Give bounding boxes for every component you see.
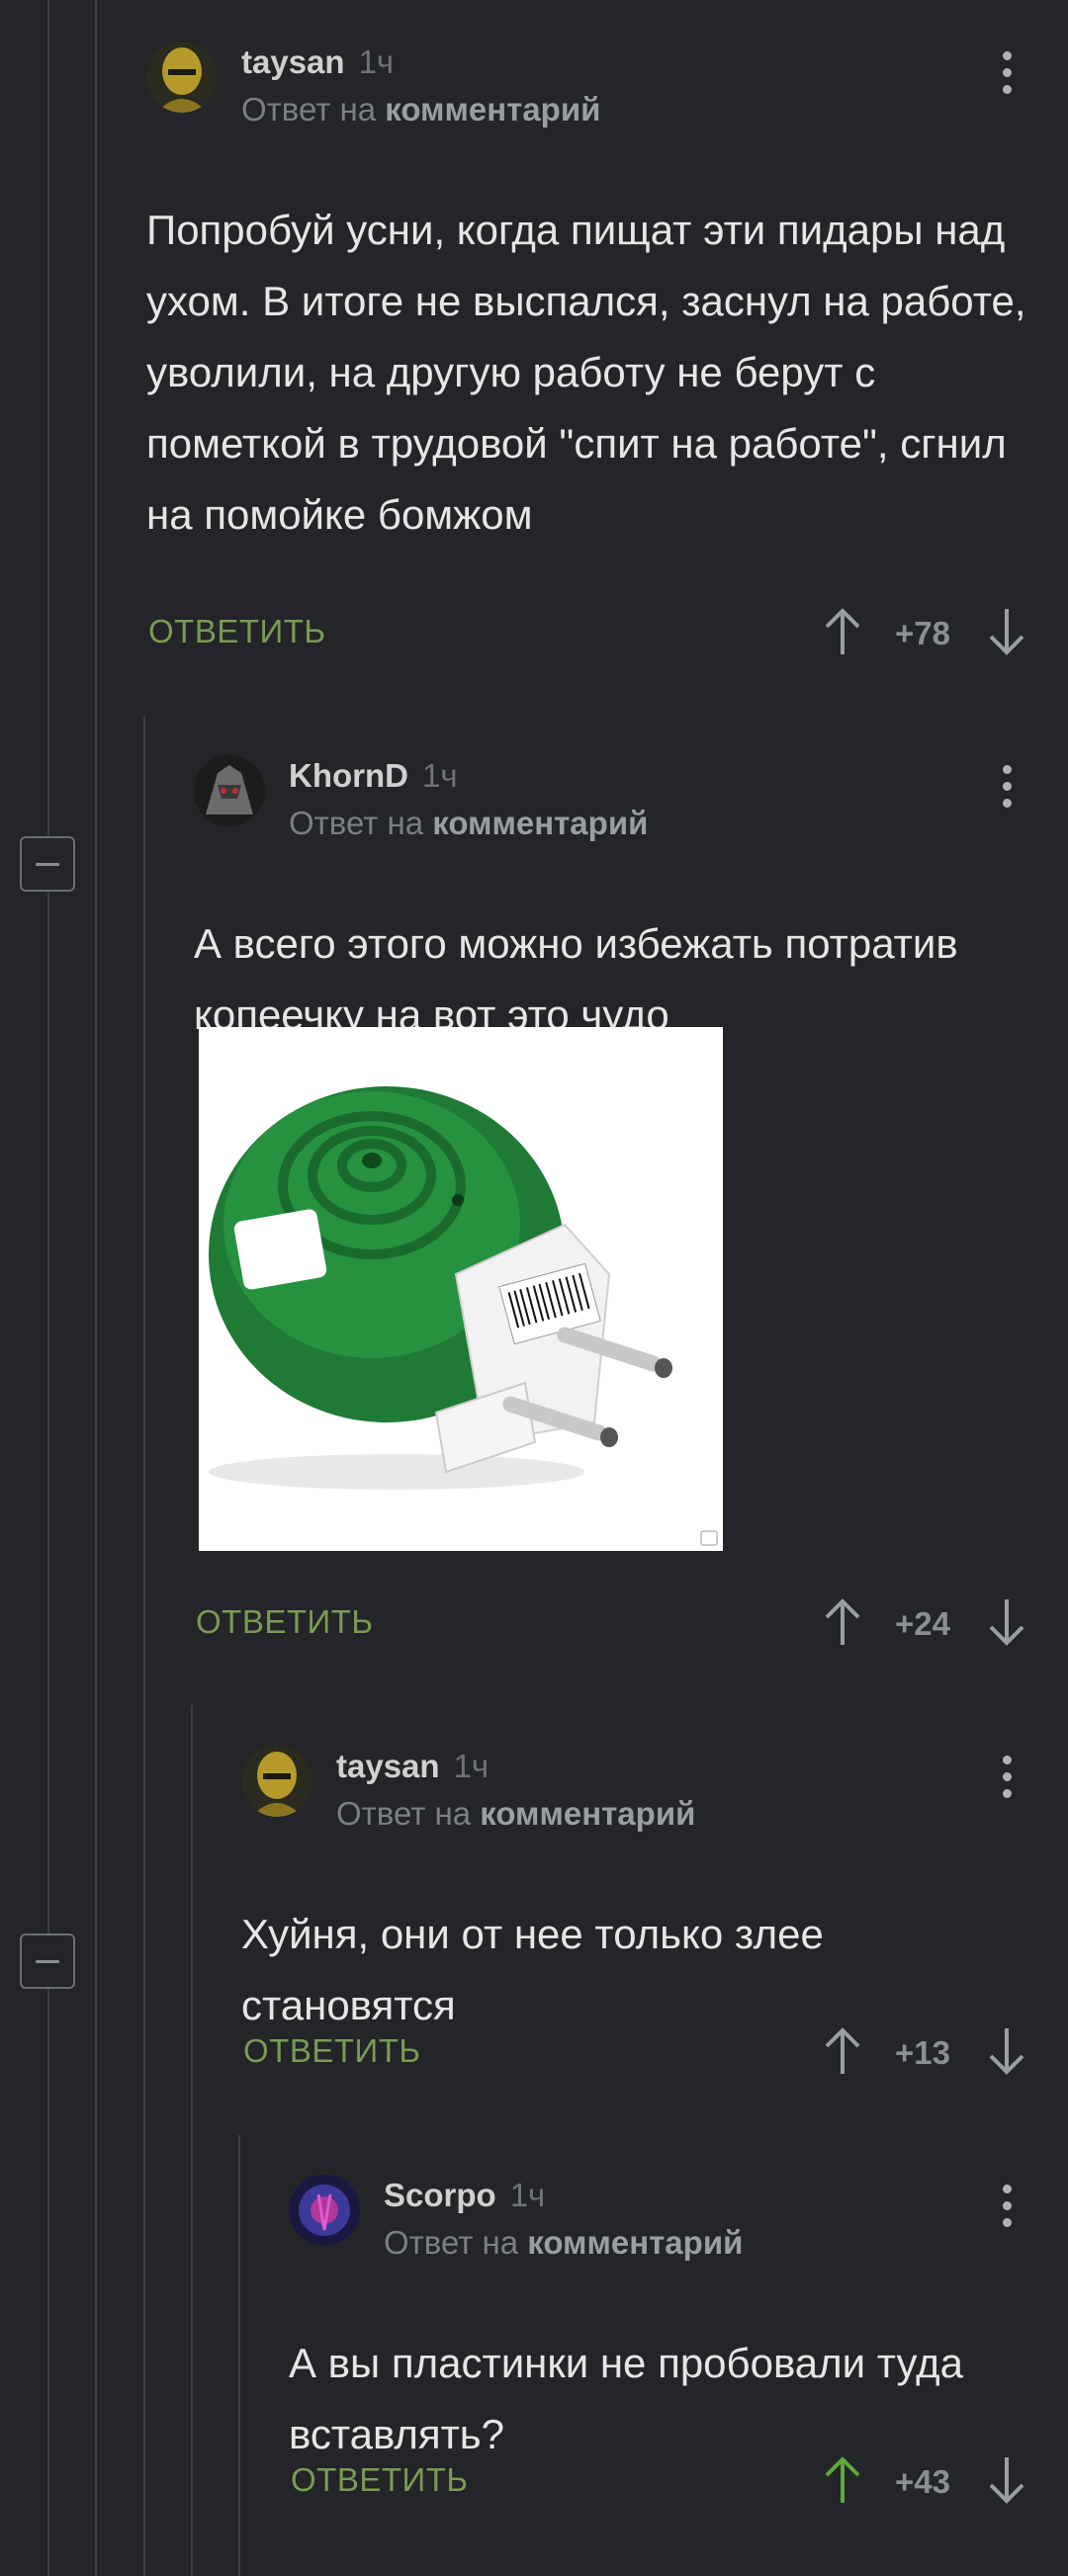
reply-to-text: Ответ на комментарий [384,2224,744,2261]
comment-actions: ОТВЕТИТЬ +78 [148,607,1038,656]
comment-text: Попробуй усни, когда пищат эти пидары на… [146,207,1026,538]
user-avatar[interactable] [241,1746,312,1817]
reply-to-text: Ответ на комментарий [289,805,649,841]
comment-rating: +24 [895,1605,950,1642]
more-options-icon[interactable] [997,2185,1017,2240]
upvote-icon[interactable] [823,607,862,656]
reply-button[interactable]: ОТВЕТИТЬ [196,1603,374,1641]
comment-header: KhornD 1ч Ответ на комментарий [194,755,1044,841]
reply-to-text: Ответ на комментарий [241,91,601,128]
comment-scorpo: Scorpo 1ч Ответ на комментарий А вы пласт… [289,2175,1044,2470]
comment-author[interactable]: taysan 1ч [241,43,394,81]
comment-rating: +13 [895,2034,950,2071]
upvote-icon[interactable] [823,2026,862,2076]
comment-text: Хуйня, они от нее только злее становятся [241,1911,824,2028]
thread-line-level-3 [238,2135,240,2576]
reply-to-link[interactable]: комментарий [480,1795,695,1832]
user-avatar[interactable] [194,755,265,826]
reply-to-link[interactable]: комментарий [432,805,648,841]
upvote-icon[interactable] [823,2455,862,2505]
reply-to-link[interactable]: комментарий [385,91,600,128]
downvote-icon[interactable] [987,2455,1026,2505]
more-options-icon[interactable] [997,51,1017,107]
reply-button[interactable]: ОТВЕТИТЬ [291,2461,469,2499]
comment-text: А вы пластинки не пробовали туда вставля… [289,2340,963,2457]
user-avatar[interactable] [289,2175,360,2246]
comment-rating: +43 [895,2463,950,2500]
comment-taysan-1: taysan 1ч Ответ на комментарий Попробуй у… [146,42,1036,551]
collapse-thread-button[interactable] [20,1933,75,1989]
comment-khornd: KhornD 1ч Ответ на комментарий А всего эт… [194,755,1044,1051]
reply-to-link[interactable]: комментарий [527,2224,743,2261]
thread-line-level-1 [143,717,145,2576]
reply-button[interactable]: ОТВЕТИТЬ [148,613,326,650]
comment-header: Scorpo 1ч Ответ на комментарий [289,2175,1044,2261]
comment-time: 1ч [421,757,458,794]
comment-time: 1ч [453,1748,490,1784]
more-options-icon[interactable] [997,765,1017,820]
comment-image[interactable] [199,1027,723,1551]
downvote-icon[interactable] [987,607,1026,656]
comment-rating: +78 [895,615,950,651]
thread-line-root-b [95,0,97,2576]
reply-button[interactable]: ОТВЕТИТЬ [243,2032,421,2070]
comment-time: 1ч [509,2177,546,2213]
user-avatar[interactable] [146,42,218,113]
comment-author[interactable]: taysan 1ч [336,1748,489,1785]
comment-actions: ОТВЕТИТЬ +43 [291,2455,1046,2505]
downvote-icon[interactable] [987,2026,1026,2076]
comment-actions: ОТВЕТИТЬ +13 [243,2026,1046,2076]
reply-to-text: Ответ на комментарий [336,1795,696,1832]
downvote-icon[interactable] [987,1597,1026,1647]
comment-author[interactable]: Scorpo 1ч [384,2177,545,2214]
comment-time: 1ч [358,43,395,80]
comment-header: taysan 1ч Ответ на комментарий [241,1746,1044,1832]
upvote-icon[interactable] [823,1597,862,1647]
comment-author[interactable]: KhornD 1ч [289,757,458,795]
comment-taysan-2: taysan 1ч Ответ на комментарий Хуйня, они… [241,1746,1044,2041]
thread-line-root-a [47,0,49,2576]
collapse-thread-button[interactable] [20,836,75,892]
comment-header: taysan 1ч Ответ на комментарий [146,42,1036,128]
comment-actions: ОТВЕТИТЬ +24 [196,1597,1046,1647]
thread-line-level-2 [191,1705,193,2576]
more-options-icon[interactable] [997,1756,1017,1811]
